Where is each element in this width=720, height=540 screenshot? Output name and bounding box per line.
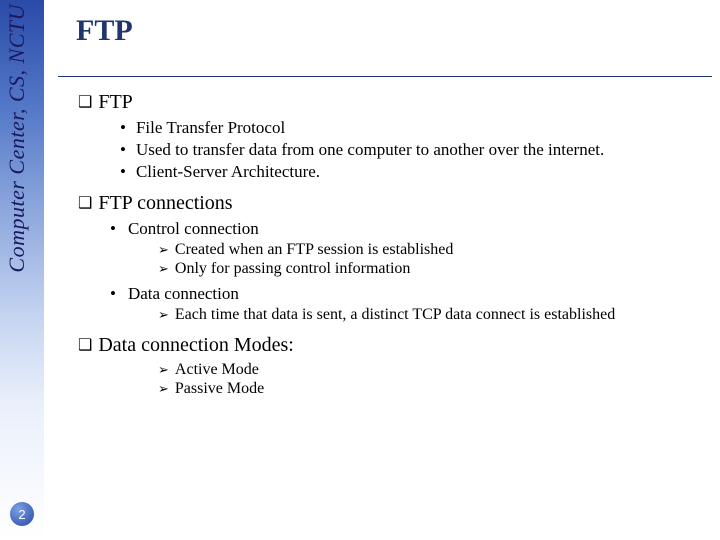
sub-heading-control: Control connection bbox=[110, 219, 712, 239]
arrow-item: Active Mode bbox=[158, 361, 712, 379]
bullet-item: Used to transfer data from one computer … bbox=[120, 140, 712, 160]
bullet-list: File Transfer Protocol Used to transfer … bbox=[120, 118, 712, 182]
square-bullet-icon: ❑ bbox=[78, 195, 92, 212]
arrow-item: Created when an FTP session is establish… bbox=[158, 241, 712, 259]
slide-content: FTP ❑ FTP File Transfer Protocol Used to … bbox=[58, 0, 712, 404]
bullet-item: File Transfer Protocol bbox=[120, 118, 712, 138]
arrow-item: Each time that data is sent, a distinct … bbox=[158, 306, 712, 324]
org-label: Computer Center, CS, NCTU bbox=[4, 4, 30, 273]
section-heading-text: Data connection Modes: bbox=[98, 334, 294, 356]
square-bullet-icon: ❑ bbox=[78, 337, 92, 354]
sub-heading-text: Data connection bbox=[128, 284, 239, 303]
page-number-badge: 2 bbox=[10, 502, 34, 526]
bullet-item: Client-Server Architecture. bbox=[120, 162, 712, 182]
sub-heading-data: Data connection bbox=[110, 284, 712, 304]
arrow-list: Active Mode Passive Mode bbox=[158, 361, 712, 398]
square-bullet-icon: ❑ bbox=[78, 94, 92, 111]
section-heading-text: FTP bbox=[98, 91, 132, 113]
arrow-list: Created when an FTP session is establish… bbox=[158, 241, 712, 278]
arrow-item: Only for passing control information bbox=[158, 260, 712, 278]
slide-title: FTP bbox=[76, 14, 712, 48]
sub-heading-text: Control connection bbox=[128, 219, 259, 238]
arrow-list: Each time that data is sent, a distinct … bbox=[158, 306, 712, 324]
arrow-item: Passive Mode bbox=[158, 380, 712, 398]
section-heading-modes: ❑ Data connection Modes: bbox=[78, 334, 712, 357]
section-heading-connections: ❑ FTP connections bbox=[78, 192, 712, 215]
section-heading-text: FTP connections bbox=[98, 192, 232, 214]
sidebar-gradient: Computer Center, CS, NCTU 2 bbox=[0, 0, 44, 540]
title-divider bbox=[58, 76, 712, 77]
section-heading-ftp: ❑ FTP bbox=[78, 91, 712, 114]
